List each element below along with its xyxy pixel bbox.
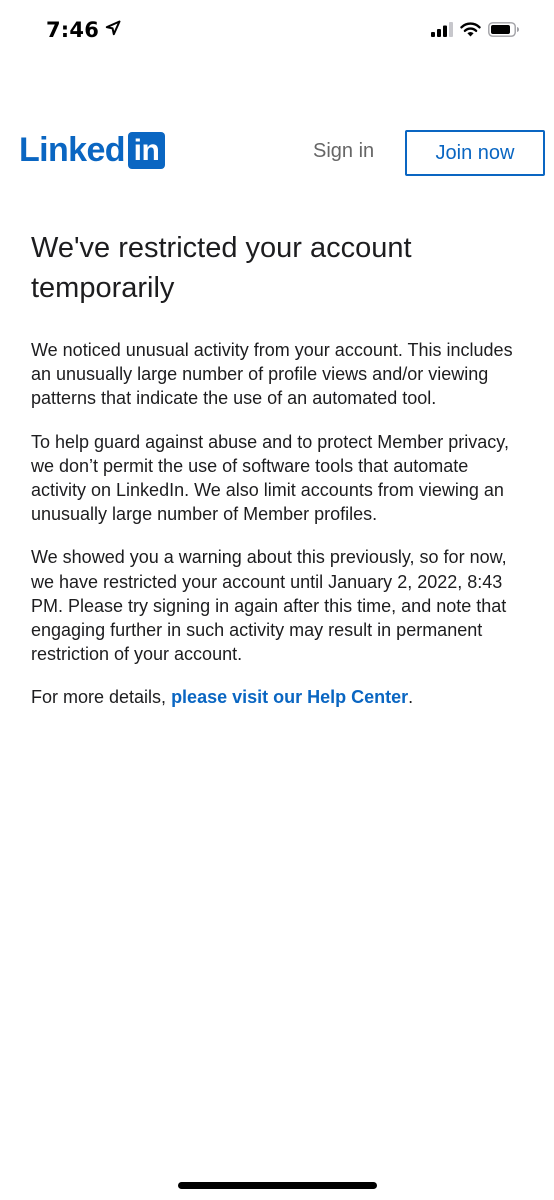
- details-suffix: .: [408, 687, 414, 708]
- location-arrow-icon: [105, 20, 121, 41]
- logo-wordmark: Linked: [19, 131, 126, 169]
- paragraph-abuse-policy: To help guard against abuse and to prote…: [31, 431, 509, 525]
- wifi-icon: [460, 22, 481, 42]
- join-now-button[interactable]: Join now: [405, 130, 545, 176]
- paragraph-unusual-activity: We noticed unusual activity from your ac…: [31, 340, 513, 409]
- help-center-link[interactable]: please visit our Help Center: [171, 687, 408, 707]
- status-time-group: 7:46: [46, 18, 121, 42]
- main-content: We've restricted your account temporaril…: [31, 228, 525, 729]
- logo-in-box: in: [127, 131, 165, 169]
- status-bar: 7:46: [0, 0, 554, 64]
- paragraph-restriction-notice: We showed you a warning about this previ…: [31, 547, 507, 665]
- page: 7:46 Linked in Sign in Join now We've re…: [0, 0, 554, 1200]
- header: Linked in Sign in Join now: [0, 128, 554, 178]
- sign-in-link[interactable]: Sign in: [313, 140, 374, 163]
- status-icons: [431, 22, 520, 42]
- status-time: 7:46: [46, 18, 100, 42]
- battery-icon: [488, 22, 520, 42]
- details-prefix: For more details,: [31, 687, 167, 708]
- linkedin-logo[interactable]: Linked in: [19, 131, 165, 169]
- paragraph-more-details: For more details, please visit our Help …: [31, 685, 525, 709]
- home-indicator[interactable]: [178, 1182, 377, 1189]
- cellular-signal-icon: [431, 22, 453, 42]
- page-title: We've restricted your account temporaril…: [31, 232, 412, 304]
